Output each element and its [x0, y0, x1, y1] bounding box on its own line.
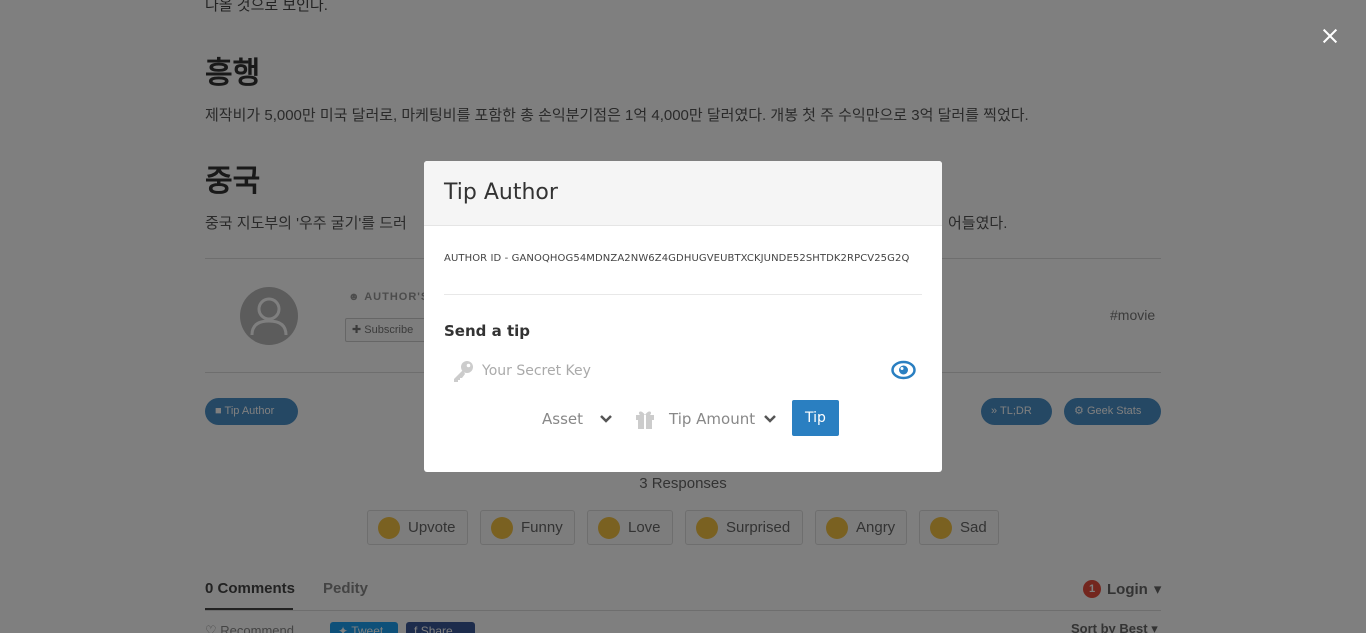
chevron-down-icon — [764, 415, 776, 423]
send-tip-title: Send a tip — [444, 322, 531, 340]
author-id-text: AUTHOR ID - GANOQHOG54MDNZA2NW6Z4GDHUGVE… — [444, 253, 910, 264]
tip-amount-select[interactable]: Tip Amount — [669, 408, 779, 430]
modal-header: Tip Author — [424, 161, 942, 226]
tip-author-modal: Tip Author AUTHOR ID - GANOQHOG54MDNZA2N… — [424, 161, 942, 472]
asset-select[interactable]: Asset — [542, 408, 617, 430]
gift-icon — [636, 411, 654, 429]
tip-button[interactable]: Tip — [792, 400, 839, 436]
key-icon — [454, 361, 473, 382]
secret-key-input[interactable] — [482, 360, 882, 382]
modal-title: Tip Author — [444, 180, 558, 205]
close-icon[interactable] — [1317, 23, 1343, 49]
eye-icon[interactable] — [891, 359, 916, 381]
modal-divider — [444, 294, 922, 295]
chevron-down-icon — [600, 415, 612, 423]
